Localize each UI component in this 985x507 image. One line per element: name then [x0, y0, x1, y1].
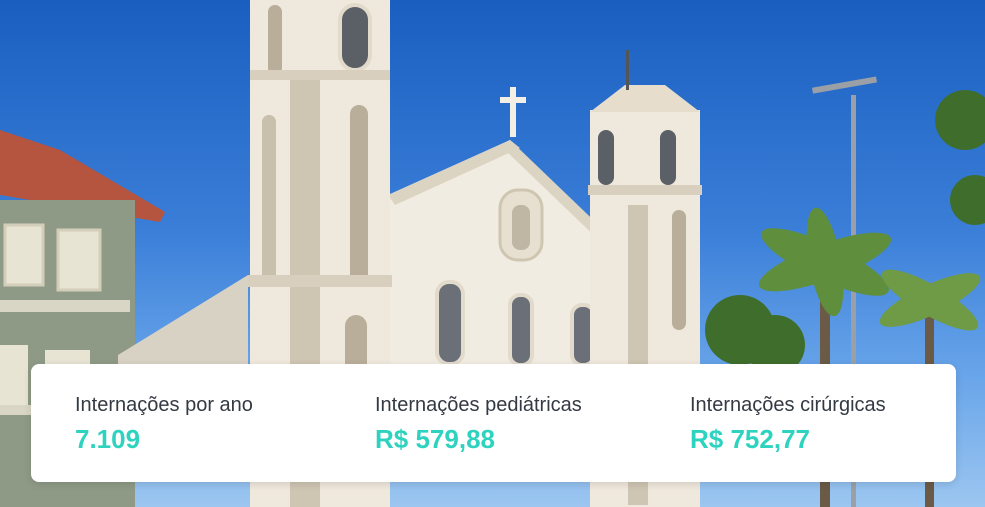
tree-foliage: [705, 90, 985, 375]
stat-value: 7.109: [75, 424, 141, 454]
cross: [510, 87, 516, 137]
stat-admissions-per-year: Internações por ano 7.109: [75, 394, 253, 454]
palm-tree: [758, 207, 892, 317]
stat-pediatric-admissions: Internações pediátricas R$ 579,88: [375, 394, 582, 454]
stat-value: R$ 752,77: [690, 424, 810, 454]
stat-label: Internações cirúrgicas: [690, 394, 886, 416]
stats-card: Internações por ano 7.109 Internações pe…: [31, 364, 956, 482]
stat-value: R$ 579,88: [375, 424, 495, 454]
stat-label: Internações pediátricas: [375, 394, 582, 416]
stat-label: Internações por ano: [75, 394, 253, 416]
stat-surgical-admissions: Internações cirúrgicas R$ 752,77: [690, 394, 886, 454]
